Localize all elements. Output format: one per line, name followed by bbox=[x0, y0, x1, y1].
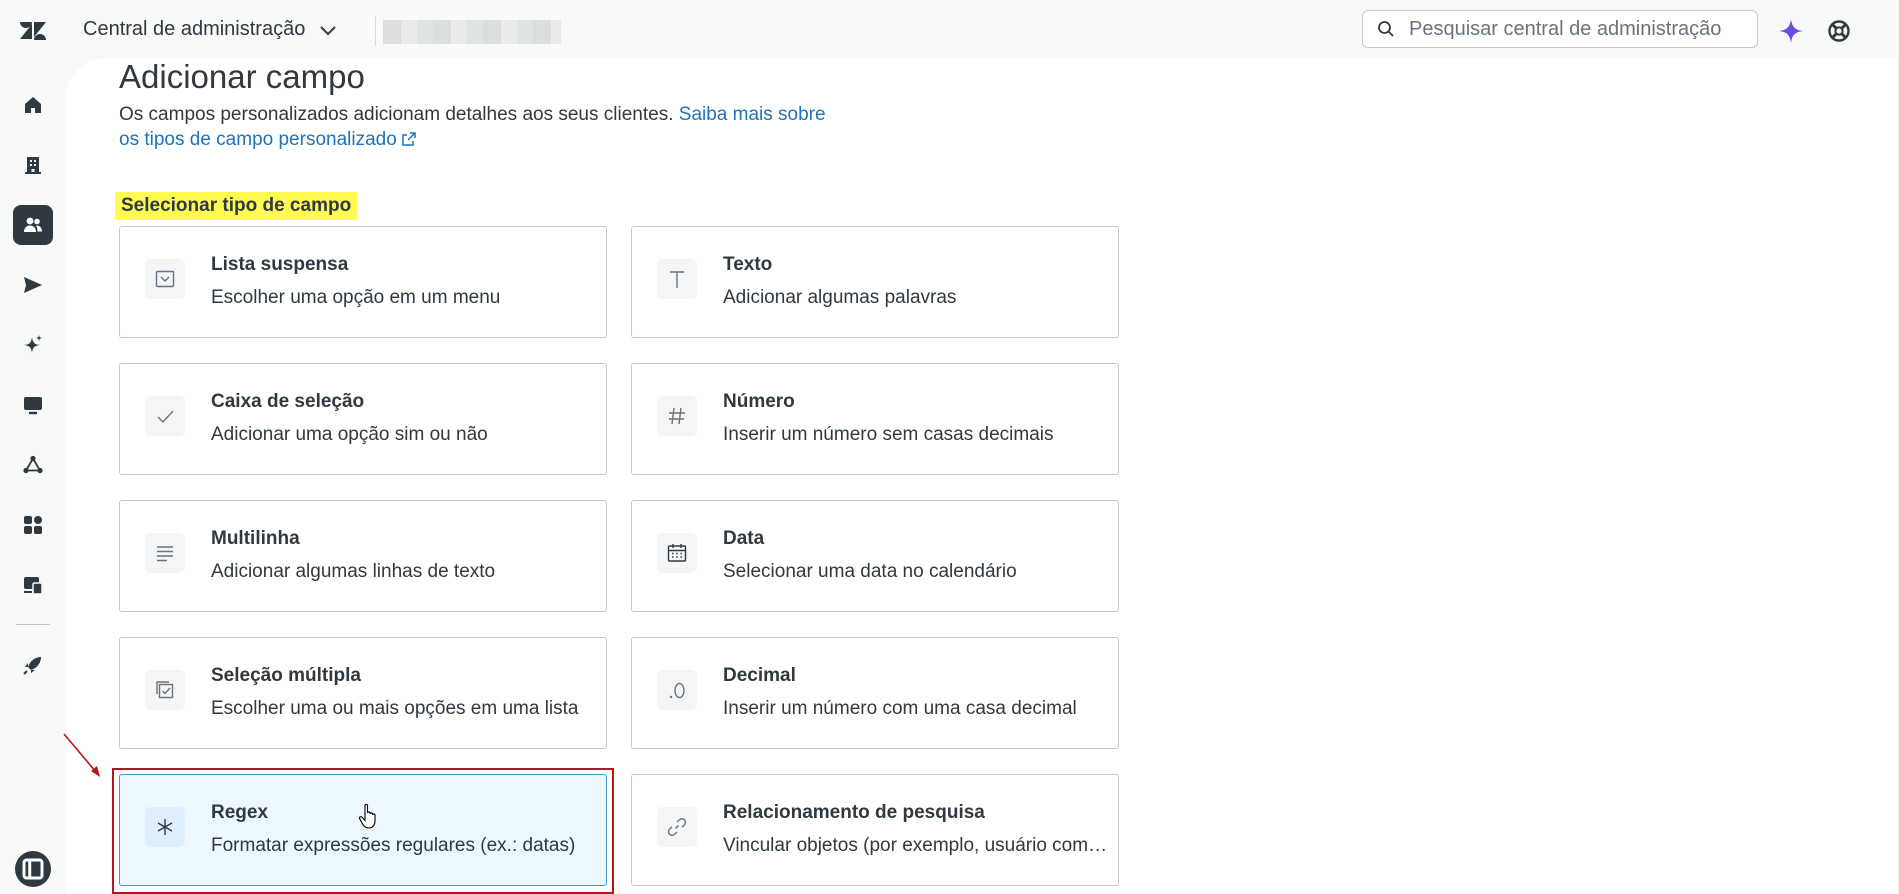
calendar-icon bbox=[667, 544, 687, 562]
product-title: Central de administração bbox=[83, 18, 306, 40]
card-description: Adicionar algumas linhas de texto bbox=[211, 561, 496, 582]
field-type-card-dropdown[interactable]: Lista suspensa Escolher uma opção em um … bbox=[119, 226, 607, 338]
checkmark-icon bbox=[157, 410, 174, 424]
multi-select-icon bbox=[156, 681, 174, 699]
nav-apps[interactable] bbox=[13, 505, 53, 545]
rocket-icon bbox=[23, 657, 41, 675]
card-description: Formatar expressões regulares (ex.: data… bbox=[211, 835, 576, 856]
apps-icon bbox=[24, 516, 42, 534]
field-type-card-decimal[interactable]: Decimal Inserir um número com uma casa d… bbox=[631, 637, 1119, 749]
objects-icon bbox=[23, 455, 43, 474]
card-icon-box bbox=[145, 259, 185, 299]
sidebar-separator bbox=[16, 624, 50, 625]
nav-workspace-settings[interactable] bbox=[13, 565, 53, 605]
decimal-icon bbox=[669, 682, 685, 699]
left-sidebar bbox=[0, 62, 66, 893]
text-icon bbox=[670, 271, 684, 288]
account-name-blurred bbox=[383, 20, 561, 44]
zendesk-logo-icon[interactable] bbox=[20, 18, 46, 44]
building-icon bbox=[25, 157, 41, 174]
ai-sparkle-icon[interactable] bbox=[1778, 18, 1804, 44]
lines-icon bbox=[157, 546, 173, 562]
card-description: Inserir um número com uma casa decimal bbox=[723, 698, 1077, 719]
card-description: Selecionar uma data no calendário bbox=[723, 561, 1017, 582]
card-title: Decimal bbox=[723, 665, 796, 686]
people-icon bbox=[24, 217, 42, 232]
card-icon-box bbox=[657, 396, 697, 436]
panel-toggle-icon bbox=[15, 851, 51, 887]
page-description: Os campos personalizados adicionam detal… bbox=[119, 102, 839, 152]
nav-channels[interactable] bbox=[13, 265, 53, 305]
search-input[interactable] bbox=[1407, 16, 1751, 42]
help-lifebuoy-icon[interactable] bbox=[1826, 18, 1852, 44]
card-title: Relacionamento de pesquisa bbox=[723, 802, 985, 823]
card-icon-box bbox=[657, 670, 697, 710]
annotation-arrow-icon bbox=[63, 733, 100, 777]
card-icon-box bbox=[657, 259, 697, 299]
section-label: Selecionar tipo de campo bbox=[115, 192, 358, 220]
card-icon-box bbox=[145, 533, 185, 573]
nav-people[interactable] bbox=[13, 205, 53, 245]
search-icon bbox=[1378, 21, 1394, 37]
field-type-card-multi-select[interactable]: Seleção múltipla Escolher uma ou mais op… bbox=[119, 637, 607, 749]
chevron-down-icon bbox=[320, 25, 337, 35]
home-icon bbox=[25, 97, 41, 113]
card-title: Caixa de seleção bbox=[211, 391, 365, 412]
field-type-card-date[interactable]: Data Selecionar uma data no calendário bbox=[631, 500, 1119, 612]
header-divider bbox=[375, 16, 376, 46]
card-icon-box bbox=[145, 396, 185, 436]
page-title: Adicionar campo bbox=[119, 58, 365, 95]
card-title: Lista suspensa bbox=[211, 254, 349, 275]
card-title: Número bbox=[723, 391, 795, 412]
nav-objects[interactable] bbox=[13, 445, 53, 485]
card-description: Adicionar algumas palavras bbox=[723, 287, 957, 308]
card-description: Inserir um número sem casas decimais bbox=[723, 424, 1054, 445]
field-type-card-multiline[interactable]: Multilinha Adicionar algumas linhas de t… bbox=[119, 500, 607, 612]
card-description: Escolher uma ou mais opções em uma lista bbox=[211, 698, 579, 719]
card-icon-box bbox=[145, 807, 185, 847]
nav-home[interactable] bbox=[13, 85, 53, 125]
card-icon-box bbox=[657, 533, 697, 573]
nav-workspaces[interactable] bbox=[13, 385, 53, 425]
dropdown-icon bbox=[155, 270, 175, 288]
nav-ai[interactable] bbox=[13, 325, 53, 365]
external-link-icon bbox=[402, 132, 416, 146]
card-description: Escolher uma opção em um menu bbox=[211, 287, 501, 308]
asterisk-icon bbox=[157, 819, 173, 835]
field-type-card-text[interactable]: Texto Adicionar algumas palavras bbox=[631, 226, 1119, 338]
nav-panel-toggle[interactable] bbox=[13, 849, 53, 889]
card-title: Data bbox=[723, 528, 765, 549]
card-title: Multilinha bbox=[211, 528, 300, 549]
nav-account[interactable] bbox=[13, 145, 53, 185]
sparkle-icon bbox=[24, 335, 42, 353]
card-title: Texto bbox=[723, 254, 773, 275]
card-icon-box bbox=[657, 807, 697, 847]
card-description: Vincular objetos (por exemplo, usuário c… bbox=[723, 835, 1108, 856]
search-box[interactable] bbox=[1362, 10, 1758, 48]
main-content: Adicionar campo Os campos personalizados… bbox=[66, 58, 1899, 893]
field-type-card-lookup[interactable]: Relacionamento de pesquisa Vincular obje… bbox=[631, 774, 1119, 886]
workspace-icon bbox=[24, 577, 43, 595]
card-title: Seleção múltipla bbox=[211, 665, 361, 686]
link-icon bbox=[667, 818, 687, 836]
top-bar: Central de administração bbox=[0, 0, 1899, 62]
field-type-card-number[interactable]: Número Inserir um número sem casas decim… bbox=[631, 363, 1119, 475]
send-icon bbox=[24, 277, 42, 293]
hash-icon bbox=[669, 407, 685, 425]
nav-getting-started[interactable] bbox=[13, 645, 53, 685]
description-text: Os campos personalizados adicionam detal… bbox=[119, 104, 674, 125]
product-switcher[interactable]: Central de administração bbox=[83, 18, 339, 41]
card-icon-box bbox=[145, 670, 185, 710]
card-description: Adicionar uma opção sim ou não bbox=[211, 424, 488, 445]
card-title: Regex bbox=[211, 802, 269, 823]
hand-cursor-icon bbox=[358, 803, 376, 829]
field-type-card-regex[interactable]: Regex Formatar expressões regulares (ex.… bbox=[119, 774, 607, 886]
monitor-icon bbox=[24, 397, 42, 415]
field-type-card-checkbox[interactable]: Caixa de seleção Adicionar uma opção sim… bbox=[119, 363, 607, 475]
